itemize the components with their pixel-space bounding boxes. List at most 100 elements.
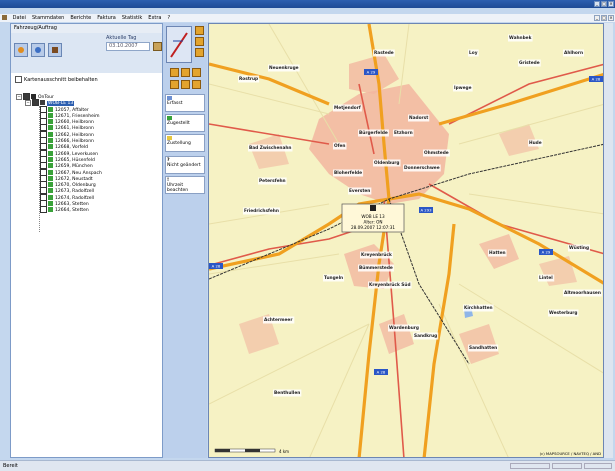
status-label: Uhrzeit beachten — [167, 183, 189, 193]
city-label: Wardenburg — [389, 325, 419, 331]
title-bar: _ □ × — [0, 0, 615, 8]
keep-map-section-label: Kartenausschnitt beibehalten — [24, 77, 98, 83]
status-nicht-geaendert-button[interactable]: ? Nicht geändert — [165, 156, 205, 174]
city-label: Bloherfelde — [334, 170, 362, 176]
order-status-icon — [48, 207, 53, 213]
order-status-icon — [48, 201, 53, 207]
map-view[interactable]: A 28 A 29 A 293 A 28 A 29 A 28 Oldenburg Bad Z… — [208, 23, 604, 458]
city-label: Hude — [529, 140, 542, 146]
city-label: Westerburg — [549, 310, 577, 316]
city-label: Ipwege — [454, 85, 472, 91]
city-label: Ofen — [334, 143, 346, 149]
order-status-icon — [48, 163, 53, 169]
mdi-close-button[interactable]: × — [608, 15, 614, 21]
city-label: Ahlhorn — [564, 50, 583, 56]
locate-button[interactable] — [31, 43, 45, 57]
status-zustellung-button[interactable]: Zustellung — [165, 134, 205, 152]
city-label: Donnerschwee — [404, 165, 440, 171]
menu-faktura[interactable]: Faktura — [94, 14, 119, 22]
tree-order-item[interactable]: 12664, Stetten — [16, 206, 156, 214]
order-tree: − OnTour − WOB-LE 13 12057, Affalter 12671,… — [16, 93, 156, 214]
city-label: Gristede — [519, 60, 540, 66]
map-canvas[interactable]: A 28 A 29 A 293 A 28 A 29 A 28 Oldenburg Bad Z… — [209, 24, 604, 458]
city-label: Achtermeer — [264, 317, 293, 323]
menu-stammdaten[interactable]: Stammdaten — [29, 14, 67, 22]
status-label: Nicht geändert — [167, 163, 201, 168]
status-label: Erfasst — [167, 101, 183, 106]
city-label: Kirchhatten — [464, 305, 493, 311]
city-label: Petersfehn — [259, 178, 286, 184]
pan-w-button[interactable] — [170, 80, 179, 89]
status-erfasst-button[interactable]: Erfasst — [165, 94, 205, 112]
zoom-in-button[interactable] — [195, 26, 204, 35]
truck-icon — [40, 100, 45, 106]
refresh-button[interactable] — [14, 43, 28, 57]
pan-n-button[interactable] — [181, 68, 190, 77]
order-status-icon — [48, 106, 53, 112]
city-label: Nadorst — [409, 115, 428, 121]
motorway-label: A 28 — [212, 264, 221, 269]
folder-icon — [31, 94, 36, 99]
city-label: Hatten — [489, 250, 506, 256]
pan-center-button[interactable] — [181, 80, 190, 89]
menu-statistik[interactable]: Statistik — [119, 14, 145, 22]
map-attribution: (c) MAPSOURCE / NAVTEQ / AND — [540, 451, 601, 456]
city-label: Neuenkruge — [269, 65, 299, 71]
status-uhrzeit-button[interactable]: ! Uhrzeit beachten — [165, 176, 205, 194]
menu-extra[interactable]: Extra — [145, 14, 164, 22]
calendar-button[interactable] — [153, 42, 162, 51]
vehicle-popup[interactable]: WOB LE 13 Alter: ON 28.09.2007 12:07:31 — [341, 203, 405, 233]
day-input[interactable]: 03.10.2007 — [106, 42, 150, 51]
order-status-icon — [48, 138, 53, 144]
city-label: Oldenburg — [374, 160, 400, 166]
zoom-out-button[interactable] — [195, 37, 204, 46]
city-label: Sandhatten — [469, 345, 497, 351]
city-label: Etzhorn — [394, 130, 413, 136]
zoom-fit-button[interactable] — [195, 48, 204, 57]
day-label: Aktuelle Tag — [106, 35, 137, 41]
order-status-icon — [48, 144, 53, 150]
menu-datei[interactable]: Datei — [10, 14, 29, 22]
truck-icon — [370, 205, 376, 211]
app-menu-icon[interactable] — [2, 15, 7, 20]
pan-e-button[interactable] — [192, 80, 201, 89]
status-zugestellt-button[interactable]: Zugestellt — [165, 114, 205, 132]
city-label: Kreyenbrück Süd — [369, 282, 411, 288]
vehicle-order-panel: Fahrzeug/Auftrag Aktuelle Tag 03.10.2007… — [10, 23, 163, 458]
direction-button[interactable] — [166, 26, 192, 63]
mdi-minimize-button[interactable]: _ — [594, 15, 600, 21]
order-status-icon — [48, 150, 53, 156]
city-label: Ohmstede — [424, 150, 449, 156]
city-label: Rastede — [374, 50, 394, 56]
panel-tab-label: Fahrzeug/Auftrag — [14, 25, 57, 31]
order-status-icon — [48, 194, 53, 200]
order-status-icon — [48, 169, 53, 175]
pan-ne-button[interactable] — [192, 68, 201, 77]
tree-checkbox[interactable] — [40, 206, 47, 214]
city-label: Friedrichsfehn — [244, 208, 279, 214]
maximize-button[interactable]: □ — [601, 1, 607, 7]
truck-button[interactable] — [48, 43, 62, 57]
menu-help[interactable]: ? — [164, 14, 173, 22]
checkbox-box[interactable] — [15, 76, 22, 83]
pan-nw-button[interactable] — [170, 68, 179, 77]
close-button[interactable]: × — [608, 1, 614, 7]
order-status-icon — [48, 182, 53, 188]
order-status-icon — [48, 119, 53, 125]
locate-icon — [35, 47, 41, 53]
status-cell — [552, 463, 582, 469]
scale-label: 4 km — [279, 449, 289, 454]
map-scrollbar[interactable] — [604, 23, 613, 458]
city-label: Altmoorhausen — [564, 290, 601, 296]
city-label: Kreyenbrück — [361, 252, 392, 258]
tree-orders: 12057, Affalter 12671, Friesenheim 12660, … — [16, 105, 156, 214]
keep-map-section-checkbox[interactable]: Kartenausschnitt beibehalten — [15, 76, 98, 83]
order-status-icon — [48, 188, 53, 194]
status-cell — [584, 463, 612, 469]
mdi-restore-button[interactable]: □ — [601, 15, 607, 21]
city-label: Rostrup — [239, 76, 258, 82]
motorway-label: A 28 — [377, 370, 386, 375]
minimize-button[interactable]: _ — [594, 1, 600, 7]
menu-berichte[interactable]: Berichte — [67, 14, 94, 22]
status-swatch — [167, 116, 172, 120]
